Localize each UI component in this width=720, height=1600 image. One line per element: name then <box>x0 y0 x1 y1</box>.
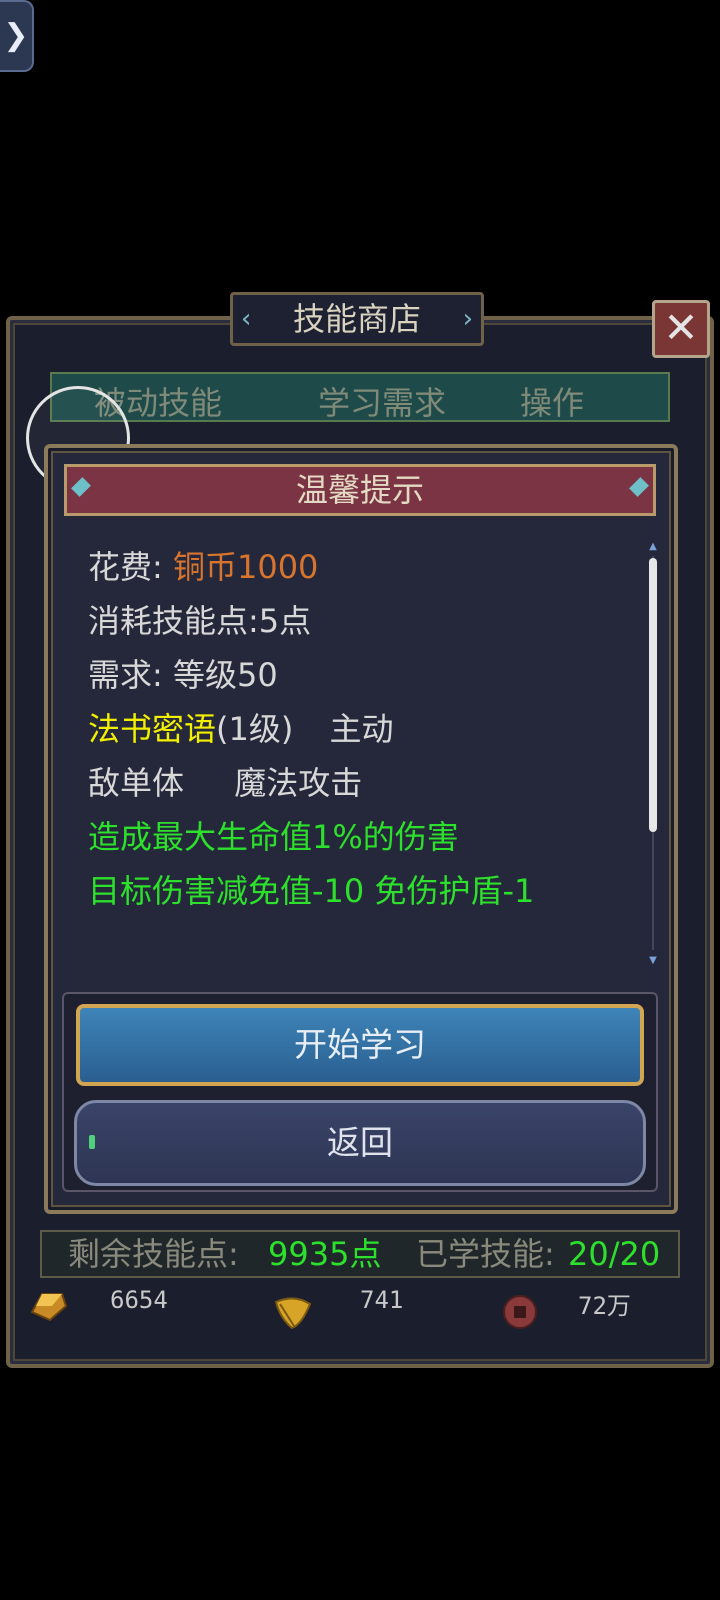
shop-title: 技能商店 <box>230 292 484 346</box>
skill-level: (1级) <box>216 710 294 748</box>
effect-line-1: 造成最大生命值1%的伤害 <box>88 818 459 856</box>
level-requirement: 需求: 等级50 <box>88 656 278 694</box>
gem-icon <box>71 477 91 497</box>
gold-amount: 6654 <box>110 1286 168 1314</box>
header-requirements: 学习需求 <box>318 384 447 422</box>
skill-name: 法书密语 <box>88 710 217 748</box>
close-icon: ✕ <box>663 303 699 352</box>
chevron-right-icon: ❯ <box>3 18 29 53</box>
header-action: 操作 <box>520 384 585 422</box>
scroll-thumb[interactable] <box>649 558 657 832</box>
learned-skills-value: 20/20 <box>568 1235 661 1273</box>
target-type: 敌单体 <box>88 764 185 802</box>
skill-type: 主动 <box>329 710 394 748</box>
remaining-points-label: 剩余技能点: <box>68 1235 239 1273</box>
dialog-title: 温馨提示 <box>64 464 656 516</box>
remaining-points-value: 9935点 <box>268 1235 382 1273</box>
skill-points-cost: 消耗技能点:5点 <box>88 602 312 640</box>
target-line: 敌单体 魔法攻击 <box>88 758 362 804</box>
attack-type: 魔法攻击 <box>234 764 363 802</box>
gold-ingot-icon <box>30 1293 68 1322</box>
gem-icon <box>629 477 649 497</box>
skill-name-line: 法书密语(1级) 主动 <box>88 704 394 750</box>
copper-coin-icon <box>503 1295 537 1329</box>
effect-line-2: 目标伤害减免值-10 免伤护盾-1 <box>88 872 535 910</box>
back-button[interactable]: 返回 <box>74 1100 646 1186</box>
leaf-icon <box>274 1297 312 1330</box>
leaf-amount: 741 <box>360 1286 404 1314</box>
side-expand-tab[interactable]: ❯ <box>0 0 34 72</box>
scroll-up-icon: ▲ <box>649 541 657 552</box>
learned-skills-label: 已学技能: <box>416 1235 555 1273</box>
indicator-pip <box>89 1135 95 1149</box>
content-scrollbar[interactable]: ▲ ▼ <box>648 542 658 966</box>
start-learning-button[interactable]: 开始学习 <box>76 1004 644 1086</box>
scroll-down-icon: ▼ <box>649 955 657 966</box>
cost-line: 花费: 铜币1000 <box>88 548 319 586</box>
skill-list-header: 被动技能 学习需求 操作 <box>50 372 670 422</box>
skill-detail-content: 花费: 铜币1000 消耗技能点:5点 需求: 等级50 法书密语(1级) 主动… <box>64 530 656 970</box>
copper-amount: 72万 <box>578 1292 631 1320</box>
cost-value: 铜币1000 <box>172 548 319 586</box>
skill-stats-bar: 剩余技能点: 9935点 已学技能: 20/20 <box>40 1230 680 1278</box>
close-button[interactable]: ✕ <box>652 300 710 358</box>
